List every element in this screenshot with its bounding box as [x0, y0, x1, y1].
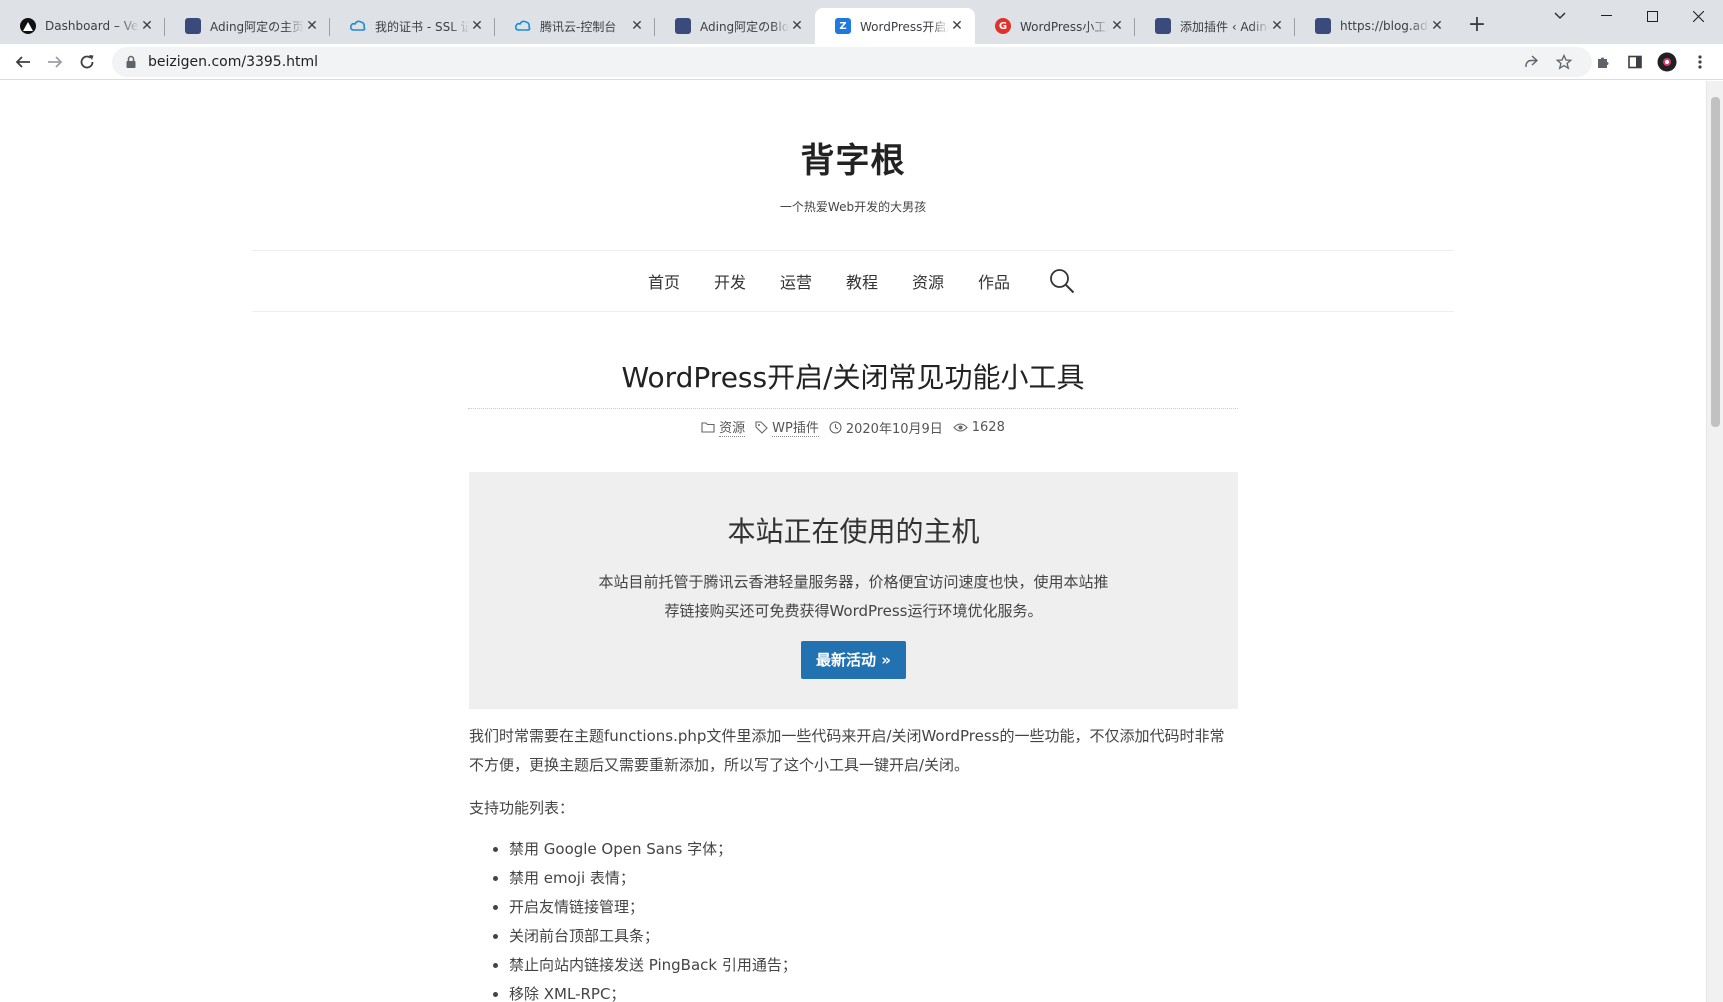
z-blue-icon: Z	[835, 18, 851, 34]
avatar-favicon	[1155, 18, 1171, 34]
page-scrollbar[interactable]	[1706, 81, 1723, 1002]
avatar-favicon	[185, 18, 201, 34]
site-tagline: 一个热爱Web开发的大男孩	[779, 200, 927, 214]
forward-button[interactable]	[41, 48, 69, 76]
close-tab-icon[interactable]: ✕	[139, 18, 155, 34]
post-content: 我们时常需要在主题functions.php文件里添加一些代码来开启/关闭Wor…	[469, 722, 1239, 1002]
browser-toolbar: beizigen.com/3395.html	[0, 44, 1723, 80]
tab-search-chevron-icon[interactable]	[1537, 0, 1583, 32]
profile-avatar[interactable]	[1653, 48, 1681, 76]
tab-title: Dashboard – Vercel	[45, 19, 139, 33]
tab-title: Ading阿定の主页	[210, 19, 304, 34]
extensions-puzzle-icon[interactable]	[1589, 48, 1617, 76]
side-panel-icon[interactable]	[1621, 48, 1649, 76]
clock-icon	[829, 420, 842, 434]
promo-heading: 本站正在使用的主机	[727, 515, 980, 548]
address-bar[interactable]: beizigen.com/3395.html	[112, 47, 1592, 77]
back-button[interactable]	[9, 48, 37, 76]
lock-icon	[126, 55, 136, 68]
nav-item-home[interactable]: 首页	[648, 269, 680, 293]
post-category[interactable]: 资源	[701, 417, 746, 437]
web-page: 背字根 一个热爱Web开发的大男孩 首页 开发 运营 教程 资源 作品 Word…	[0, 81, 1706, 1002]
main-nav: 首页 开发 运营 教程 资源 作品	[252, 250, 1454, 312]
feature-list: 禁用 Google Open Sans 字体； 禁用 emoji 表情； 开启友…	[469, 835, 1239, 1002]
tab-title: https://blog.ading.	[1340, 19, 1429, 33]
tab-title: 腾讯云-控制台	[540, 19, 617, 34]
g-red-icon: G	[995, 18, 1011, 34]
close-tab-icon[interactable]: ✕	[789, 18, 805, 34]
browser-tab[interactable]: 添加插件 ‹ Ading阿定 ✕	[1135, 8, 1295, 44]
reload-button[interactable]	[73, 48, 101, 76]
hosting-promo-box: 本站正在使用的主机 本站目前托管于腾讯云香港轻量服务器，价格便宜访问速度也快，使…	[469, 472, 1238, 709]
tab-title: WordPress小工具	[1020, 19, 1109, 34]
close-tab-icon[interactable]: ✕	[1429, 18, 1445, 34]
nav-item-works[interactable]: 作品	[978, 269, 1010, 293]
browser-tab[interactable]: https://blog.ading. ✕	[1295, 8, 1455, 44]
browser-tab[interactable]: Ading阿定の主页 ✕	[165, 8, 330, 44]
nav-item-development[interactable]: 开发	[714, 269, 746, 293]
scrollbar-thumb[interactable]	[1711, 97, 1720, 427]
browser-tab[interactable]: Dashboard – Vercel ✕	[0, 8, 165, 44]
list-item: 移除 XML-RPC；	[509, 980, 1239, 1002]
latest-deals-button[interactable]: 最新活动 »	[801, 641, 906, 679]
minimize-button[interactable]	[1583, 0, 1629, 32]
post-date: 2020年10月9日	[829, 418, 943, 437]
feature-list-label: 支持功能列表：	[469, 799, 575, 817]
vercel-triangle-icon	[20, 18, 36, 34]
nav-item-resources[interactable]: 资源	[912, 269, 944, 293]
browser-tab-active[interactable]: Z WordPress开启/关闭 ✕	[815, 8, 975, 44]
maximize-button[interactable]	[1629, 0, 1675, 32]
browser-tab[interactable]: 我的证书 - SSL 证书 ✕	[330, 8, 495, 44]
intro-paragraph: 我们时常需要在主题functions.php文件里添加一些代码来开启/关闭Wor…	[469, 727, 1225, 774]
close-tab-icon[interactable]: ✕	[469, 18, 485, 34]
share-icon[interactable]	[1517, 48, 1545, 76]
tag-icon	[755, 420, 768, 434]
close-tab-icon[interactable]: ✕	[629, 18, 645, 34]
site-title[interactable]: 背字根	[0, 133, 1706, 182]
browser-tab[interactable]: Ading阿定のBlog ✕	[655, 8, 815, 44]
new-tab-button[interactable]: +	[1463, 12, 1491, 40]
close-tab-icon[interactable]: ✕	[304, 18, 320, 34]
browser-menu-icon[interactable]	[1686, 48, 1714, 76]
url-text: beizigen.com/3395.html	[148, 54, 319, 70]
close-tab-icon[interactable]: ✕	[949, 18, 965, 34]
eye-icon	[953, 422, 968, 432]
tencent-cloud-icon	[350, 18, 366, 34]
tab-title: WordPress开启/关闭	[860, 19, 949, 34]
list-item: 关闭前台顶部工具条；	[509, 922, 1239, 951]
nav-item-tutorials[interactable]: 教程	[846, 269, 878, 293]
avatar-favicon	[675, 18, 691, 34]
list-item: 禁用 emoji 表情；	[509, 864, 1239, 893]
browser-tab[interactable]: G WordPress小工具 ✕	[975, 8, 1135, 44]
post-title: WordPress开启/关闭常见功能小工具	[468, 356, 1238, 409]
close-window-button[interactable]	[1675, 0, 1721, 32]
tencent-cloud-icon	[515, 18, 531, 34]
tab-title: Ading阿定のBlog	[700, 19, 789, 34]
post-tag[interactable]: WP插件	[755, 417, 819, 437]
tab-title: 我的证书 - SSL 证书	[375, 19, 469, 34]
search-icon[interactable]	[1049, 268, 1075, 294]
promo-text: 本站目前托管于腾讯云香港轻量服务器，价格便宜访问速度也快，使用本站推荐链接购买还…	[598, 573, 1109, 620]
folder-icon	[701, 422, 715, 433]
close-tab-icon[interactable]: ✕	[1109, 18, 1125, 34]
post-meta: 资源 WP插件 2020年10月9日 1628	[468, 417, 1238, 437]
post-views: 1628	[953, 420, 1005, 435]
tab-title: 添加插件 ‹ Ading阿定	[1180, 19, 1269, 34]
list-item: 禁用 Google Open Sans 字体；	[509, 835, 1239, 864]
avatar-favicon	[1315, 18, 1331, 34]
close-tab-icon[interactable]: ✕	[1269, 18, 1285, 34]
tab-strip: Dashboard – Vercel ✕ Ading阿定の主页 ✕ 我的证书 -…	[0, 0, 1723, 44]
browser-tab[interactable]: 腾讯云-控制台 ✕	[495, 8, 655, 44]
list-item: 开启友情链接管理；	[509, 893, 1239, 922]
nav-item-operations[interactable]: 运营	[780, 269, 812, 293]
list-item: 禁止向站内链接发送 PingBack 引用通告；	[509, 951, 1239, 980]
bookmark-star-icon[interactable]	[1550, 48, 1578, 76]
